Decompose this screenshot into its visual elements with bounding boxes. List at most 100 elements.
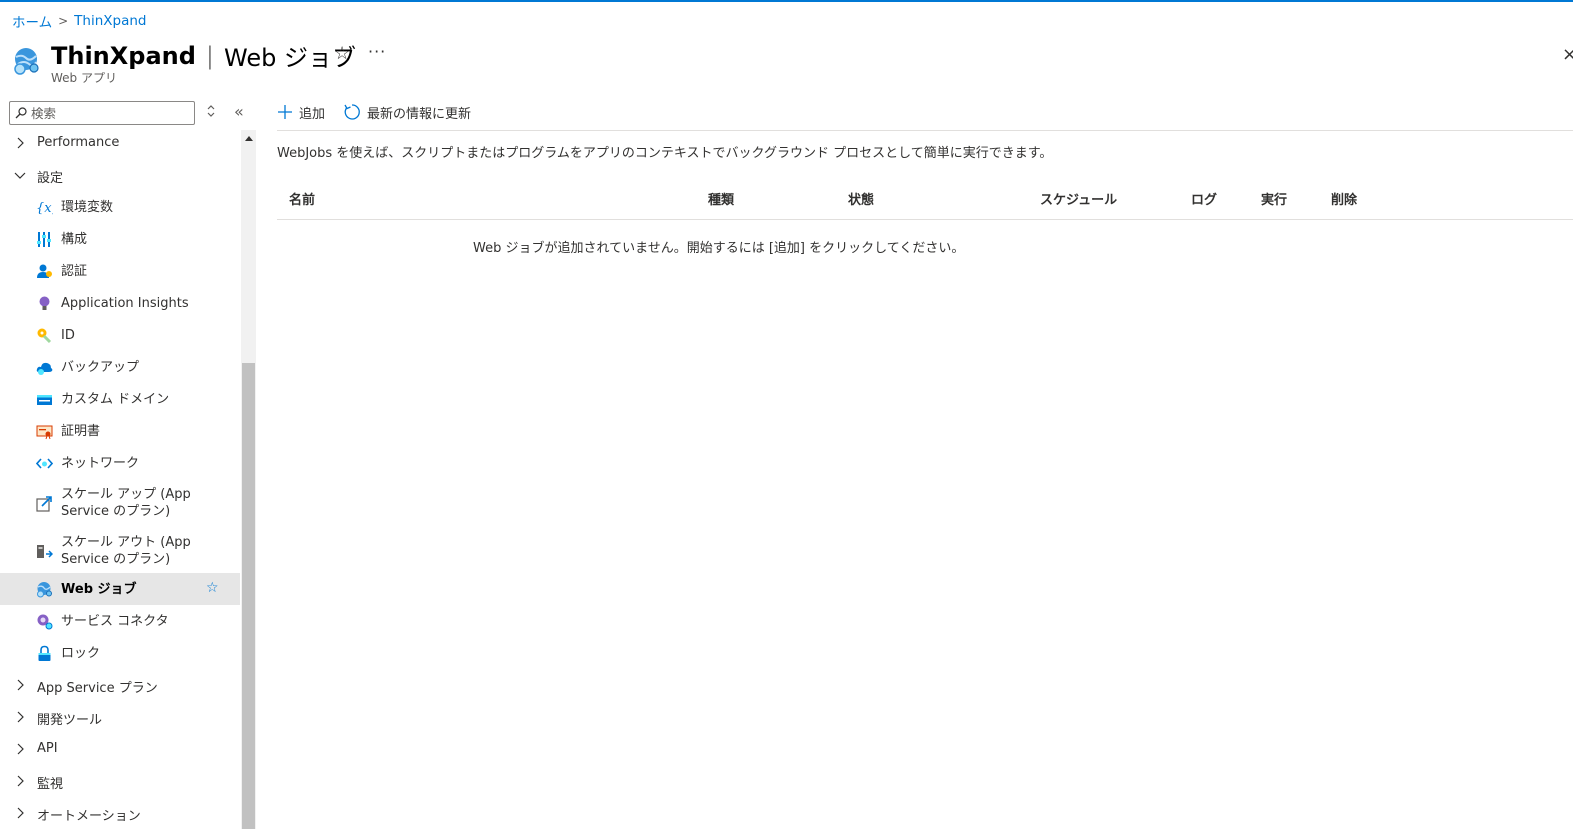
svg-text:{x}: {x} xyxy=(36,201,53,216)
sidebar-item-item-9[interactable]: 証明書 xyxy=(0,415,240,447)
sidebar-item-api[interactable]: API xyxy=(0,733,240,765)
refresh-button-label: 最新の情報に更新 xyxy=(367,106,472,122)
sidebar-item-application-insights[interactable]: Application Insights xyxy=(0,287,240,319)
more-options-button[interactable]: ··· xyxy=(368,42,386,61)
sidebar-item-label: ID xyxy=(61,327,75,343)
add-button[interactable]: 追加 xyxy=(277,103,325,122)
chevron-down-icon xyxy=(13,168,27,182)
configuration-icon xyxy=(36,231,53,248)
sidebar-item-label: 認証 xyxy=(61,263,88,279)
column-header-run[interactable]: 実行 xyxy=(1261,189,1287,208)
sidebar-nav: Performance 設定 {x} 環境変数構成認証 Application Insi… xyxy=(0,127,240,829)
chevron-right-icon xyxy=(13,136,27,150)
cloud-backup-icon xyxy=(36,359,53,376)
sidebar-item-item-3[interactable]: 構成 xyxy=(0,223,240,255)
sidebar-item-label: Web ジョブ xyxy=(61,581,137,597)
column-header-logs[interactable]: ログ xyxy=(1191,189,1217,208)
empty-state-message: Web ジョブが追加されていません。開始するには [追加] をクリックしてくださ… xyxy=(473,241,965,256)
custom-domain-icon xyxy=(36,391,53,408)
refresh-button[interactable]: 最新の情報に更新 xyxy=(343,103,471,122)
sidebar-item-item-4[interactable]: 認証 xyxy=(0,255,240,287)
chevron-right-icon xyxy=(13,806,27,820)
sidebar-item-label: 開発ツール xyxy=(37,712,103,728)
sidebar-item-performance[interactable]: Performance xyxy=(0,127,240,159)
sidebar-item-web[interactable]: Web ジョブ ☆ xyxy=(0,573,240,605)
command-bar: 追加 最新の情報に更新 xyxy=(277,100,489,124)
certificate-icon xyxy=(36,423,53,440)
authentication-icon xyxy=(36,263,53,280)
sidebar-item-item-19[interactable]: 監視 xyxy=(0,765,240,797)
sidebar-item-label: カスタム ドメイン xyxy=(61,391,170,407)
webjobs-icon xyxy=(36,581,53,598)
chevron-right-icon xyxy=(13,678,27,692)
column-header-name[interactable]: 名前 xyxy=(289,189,315,208)
page-title: ThinXpand | Web ジョブ xyxy=(51,38,356,73)
sidebar-item-item-7[interactable]: バックアップ xyxy=(0,351,240,383)
sidebar-scrollbar-thumb[interactable] xyxy=(242,363,255,829)
service-connector-icon xyxy=(36,613,53,630)
web-app-globe-icon xyxy=(14,48,39,75)
column-header-delete[interactable]: 削除 xyxy=(1331,189,1357,208)
plus-icon xyxy=(278,105,292,119)
sidebar-item-item-2[interactable]: {x} 環境変数 xyxy=(0,191,240,223)
sidebar-item-item-14[interactable]: サービス コネクタ xyxy=(0,605,240,637)
sort-toggle-icon[interactable] xyxy=(205,104,217,120)
favorite-star-icon[interactable]: ☆ xyxy=(206,580,219,596)
scroll-up-arrow-icon[interactable] xyxy=(245,136,253,141)
sidebar-search-input[interactable] xyxy=(31,105,191,121)
sidebar-item-label: 証明書 xyxy=(61,423,101,439)
column-header-status[interactable]: 状態 xyxy=(848,189,874,208)
sidebar-item-label: サービス コネクタ xyxy=(61,613,169,629)
lock-icon xyxy=(36,645,53,662)
collapse-sidebar-button[interactable]: « xyxy=(234,102,244,121)
sidebar-item-label: スケール アップ (App Service のプラン) xyxy=(61,487,191,519)
webjobs-description: WebJobs を使えば、スクリプトまたはプログラムをアプリのコンテキストでバッ… xyxy=(277,146,1053,161)
variable-icon: {x} xyxy=(36,199,60,216)
sidebar-item-label: API xyxy=(37,740,58,756)
sidebar-item-label: バックアップ xyxy=(61,359,140,375)
sidebar-item-label: 設定 xyxy=(37,170,64,186)
sidebar-item-label: Performance xyxy=(37,134,120,150)
sidebar-item-app-service[interactable]: スケール アウト (App Service のプラン) xyxy=(0,527,240,575)
search-icon xyxy=(15,107,27,119)
close-blade-button[interactable]: × xyxy=(1562,44,1573,65)
breadcrumb: ホーム > ThinXpand xyxy=(12,11,147,31)
sidebar-item-label: ネットワーク xyxy=(61,455,140,471)
sidebar-item-label: 環境変数 xyxy=(61,199,114,215)
sidebar-item-item-15[interactable]: ロック xyxy=(0,637,240,669)
sidebar-item-app-service[interactable]: App Service プラン xyxy=(0,669,240,701)
sidebar-item-app-service[interactable]: スケール アップ (App Service のプラン) xyxy=(0,479,240,527)
scale-up-icon xyxy=(36,495,53,512)
breadcrumb-home-link[interactable]: ホーム xyxy=(12,11,52,31)
chevron-right-icon xyxy=(13,742,27,756)
chevron-right-icon xyxy=(13,710,27,724)
sidebar-item-label: 構成 xyxy=(61,231,88,247)
sidebar-item-label: スケール アウト (App Service のプラン) xyxy=(61,535,191,567)
sidebar-item-item-10[interactable]: ネットワーク xyxy=(0,447,240,479)
sidebar-item-item-17[interactable]: 開発ツール xyxy=(0,701,240,733)
column-header-schedule[interactable]: スケジュール xyxy=(1040,189,1117,208)
webjobs-table-header: 名前 種類 状態 スケジュール ログ 実行 削除 xyxy=(277,182,1573,220)
add-button-label: 追加 xyxy=(299,106,326,122)
sidebar-item-label: ロック xyxy=(61,645,101,661)
sidebar-item-label: 監視 xyxy=(37,776,64,792)
sidebar-item-label: Application Insights xyxy=(61,295,189,311)
column-header-type[interactable]: 種類 xyxy=(708,189,734,208)
resource-type-subtitle: Web アプリ xyxy=(51,71,117,85)
resource-name: ThinXpand xyxy=(51,41,196,70)
title-separator: | xyxy=(205,41,215,70)
sidebar-item-label: App Service プラン xyxy=(37,680,158,696)
favorite-star-icon[interactable]: ☆ xyxy=(334,43,350,64)
lightbulb-icon xyxy=(36,295,53,312)
sidebar-item-item-20[interactable]: オートメーション xyxy=(0,797,240,829)
chevron-right-icon xyxy=(13,774,27,788)
sidebar-item-item-8[interactable]: カスタム ドメイン xyxy=(0,383,240,415)
refresh-icon xyxy=(344,104,360,120)
breadcrumb-resource-link[interactable]: ThinXpand xyxy=(74,13,146,29)
sidebar-item-id[interactable]: ID xyxy=(0,319,240,351)
network-icon xyxy=(35,455,54,472)
breadcrumb-separator-icon: > xyxy=(58,14,69,28)
sidebar-search-box[interactable] xyxy=(9,101,195,125)
toolbar-divider xyxy=(277,130,1573,131)
sidebar-item-item-1[interactable]: 設定 xyxy=(0,159,240,191)
